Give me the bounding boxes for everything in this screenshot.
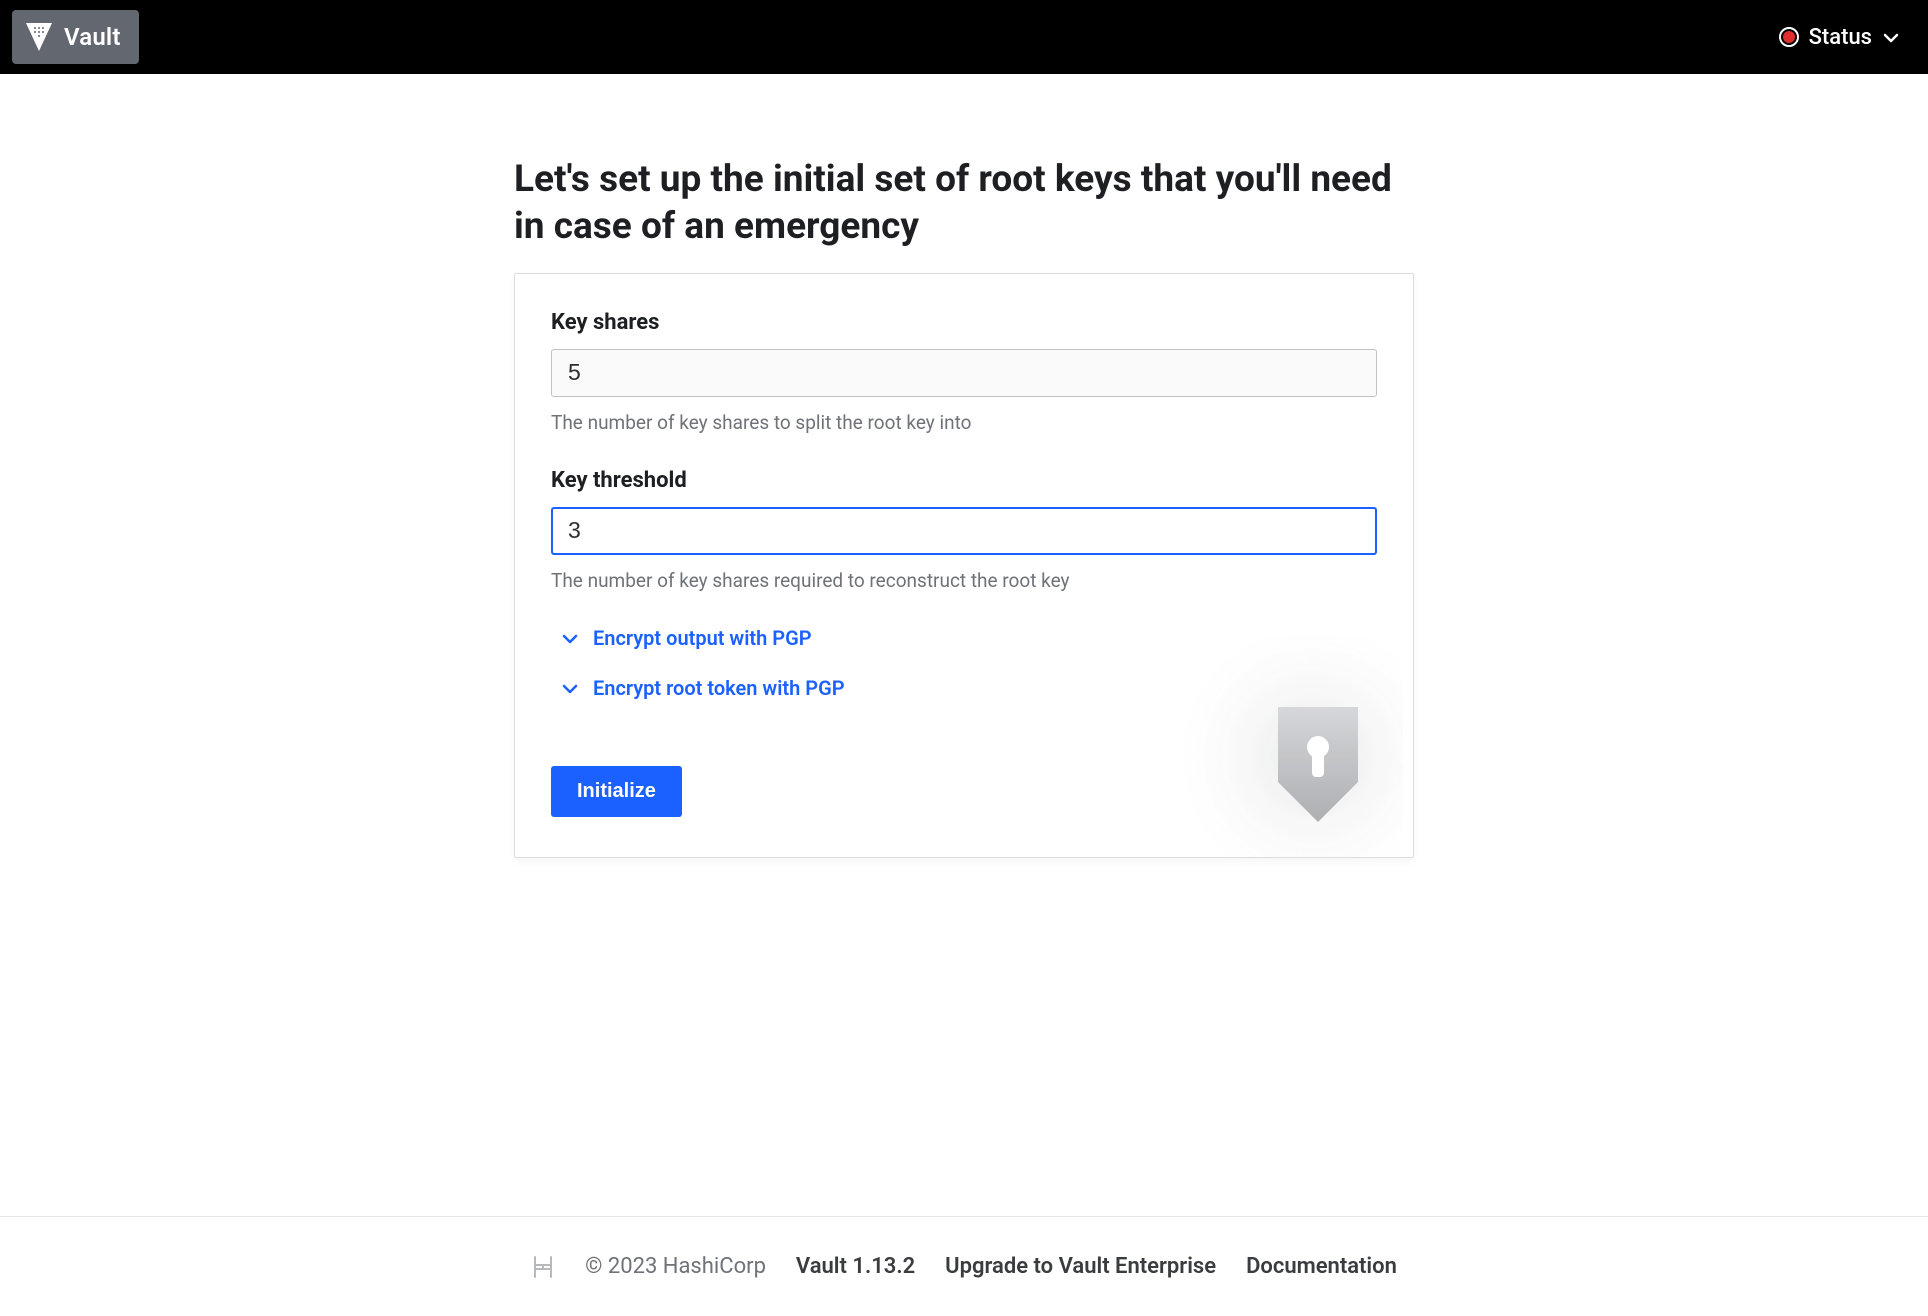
encrypt-root-token-pgp-toggle[interactable]: Encrypt root token with PGP [561, 676, 1377, 700]
encrypt-output-pgp-toggle[interactable]: Encrypt output with PGP [561, 626, 1377, 650]
vault-logo-icon [26, 23, 52, 51]
encrypt-output-label: Encrypt output with PGP [593, 626, 812, 650]
key-threshold-input[interactable] [551, 507, 1377, 555]
encrypt-root-token-label: Encrypt root token with PGP [593, 676, 845, 700]
footer-upgrade-link[interactable]: Upgrade to Vault Enterprise [945, 1254, 1216, 1279]
shield-lock-icon [1143, 637, 1403, 857]
footer-copyright: © 2023 HashiCorp [585, 1254, 766, 1279]
footer-documentation-link[interactable]: Documentation [1246, 1254, 1397, 1279]
field-key-shares: Key shares The number of key shares to s… [551, 310, 1377, 434]
main-content: Let's set up the initial set of root key… [0, 74, 1928, 858]
key-shares-help: The number of key shares to split the ro… [551, 411, 1377, 434]
brand-label: Vault [64, 23, 121, 51]
init-form-card: Key shares The number of key shares to s… [514, 273, 1414, 858]
field-key-threshold: Key threshold The number of key shares r… [551, 468, 1377, 592]
page-title: Let's set up the initial set of root key… [514, 156, 1414, 251]
key-shares-label: Key shares [551, 310, 1377, 335]
brand-box[interactable]: Vault [12, 10, 139, 64]
status-label: Status [1809, 25, 1872, 50]
footer-version: Vault 1.13.2 [796, 1254, 915, 1279]
initialize-button[interactable]: Initialize [551, 766, 682, 817]
chevron-down-icon [561, 629, 579, 647]
chevron-down-icon [1882, 28, 1900, 46]
chevron-down-icon [561, 679, 579, 697]
key-threshold-label: Key threshold [551, 468, 1377, 493]
status-dropdown[interactable]: Status [1779, 25, 1900, 50]
status-indicator-icon [1779, 27, 1799, 47]
app-header: Vault Status [0, 0, 1928, 74]
key-threshold-help: The number of key shares required to rec… [551, 569, 1377, 592]
hashicorp-logo-icon [531, 1255, 555, 1279]
key-shares-input[interactable] [551, 349, 1377, 397]
app-footer: © 2023 HashiCorp Vault 1.13.2 Upgrade to… [0, 1216, 1928, 1316]
